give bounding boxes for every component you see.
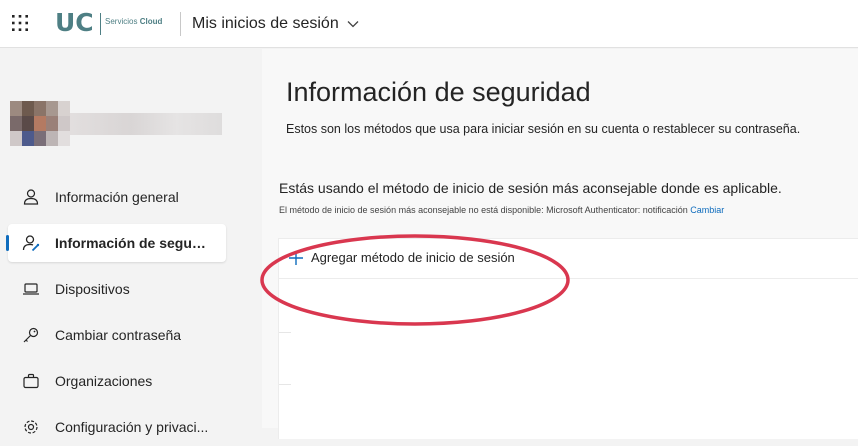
top-bar: UC Servicios Cloud Mis inicios de sesión [0,0,858,48]
default-method-line: Estás usando el método de inicio de sesi… [279,180,782,196]
default-method-note-text: El método de inicio de sesión más aconse… [279,205,688,215]
sidebar-item-devices[interactable]: Dispositivos [8,270,226,308]
header-divider [180,12,181,36]
row-divider [279,384,291,385]
app-title: Mis inicios de sesión [192,15,339,32]
laptop-icon [23,283,39,295]
sidebar-item-label: Información general [55,189,179,205]
sidebar-item-label: Cambiar contraseña [55,327,182,343]
methods-card-header: Agregar método de inicio de sesión [279,239,858,279]
page-subtitle: Estos son los métodos que usa para inici… [286,122,801,136]
add-method-label: Agregar método de inicio de sesión [311,250,515,265]
sidebar-item-settings-privacy[interactable]: Configuración y privaci... [8,408,226,446]
sidebar-item-security-info[interactable]: Información de seguri... [6,224,226,262]
logo-subtitle-bold: Cloud [139,17,163,26]
sidebar-item-label: Información de seguri... [55,235,210,251]
sidebar-item-label: Configuración y privaci... [55,419,209,435]
sidebar-item-organizations[interactable]: Organizaciones [8,362,226,400]
main-content: Información de seguridad Estos son los m… [262,49,858,439]
add-method-button[interactable]: Agregar método de inicio de sesión [289,250,515,265]
sidebar-item-overview[interactable]: Información general [8,178,226,216]
change-default-link[interactable]: Cambiar [690,205,724,215]
briefcase-icon [23,373,39,389]
methods-card: Agregar método de inicio de sesión [278,238,858,439]
user-name [70,113,222,135]
org-logo-subtitle: Servicios Cloud [105,17,162,26]
sidebar: Información general Información de segur… [0,49,262,435]
person-key-icon [22,235,40,252]
logo-divider [100,13,101,35]
avatar [10,101,70,147]
default-method-note: El método de inicio de sesión más aconse… [279,205,724,215]
row-divider [279,332,291,333]
page-title: Información de seguridad [286,77,591,107]
sidebar-item-label: Dispositivos [55,281,130,297]
app-launcher-icon[interactable] [12,15,28,31]
sidebar-item-label: Organizaciones [55,373,153,389]
org-logo[interactable]: UC [55,8,94,37]
sidebar-item-change-password[interactable]: Cambiar contraseña [8,316,226,354]
plus-icon [289,250,303,265]
person-icon [23,189,39,205]
gear-icon [24,420,38,434]
app-title-dropdown[interactable]: Mis inicios de sesión [192,15,359,33]
key-icon [23,327,39,343]
logo-subtitle-plain: Servicios [105,17,138,26]
chevron-down-icon [347,21,359,28]
